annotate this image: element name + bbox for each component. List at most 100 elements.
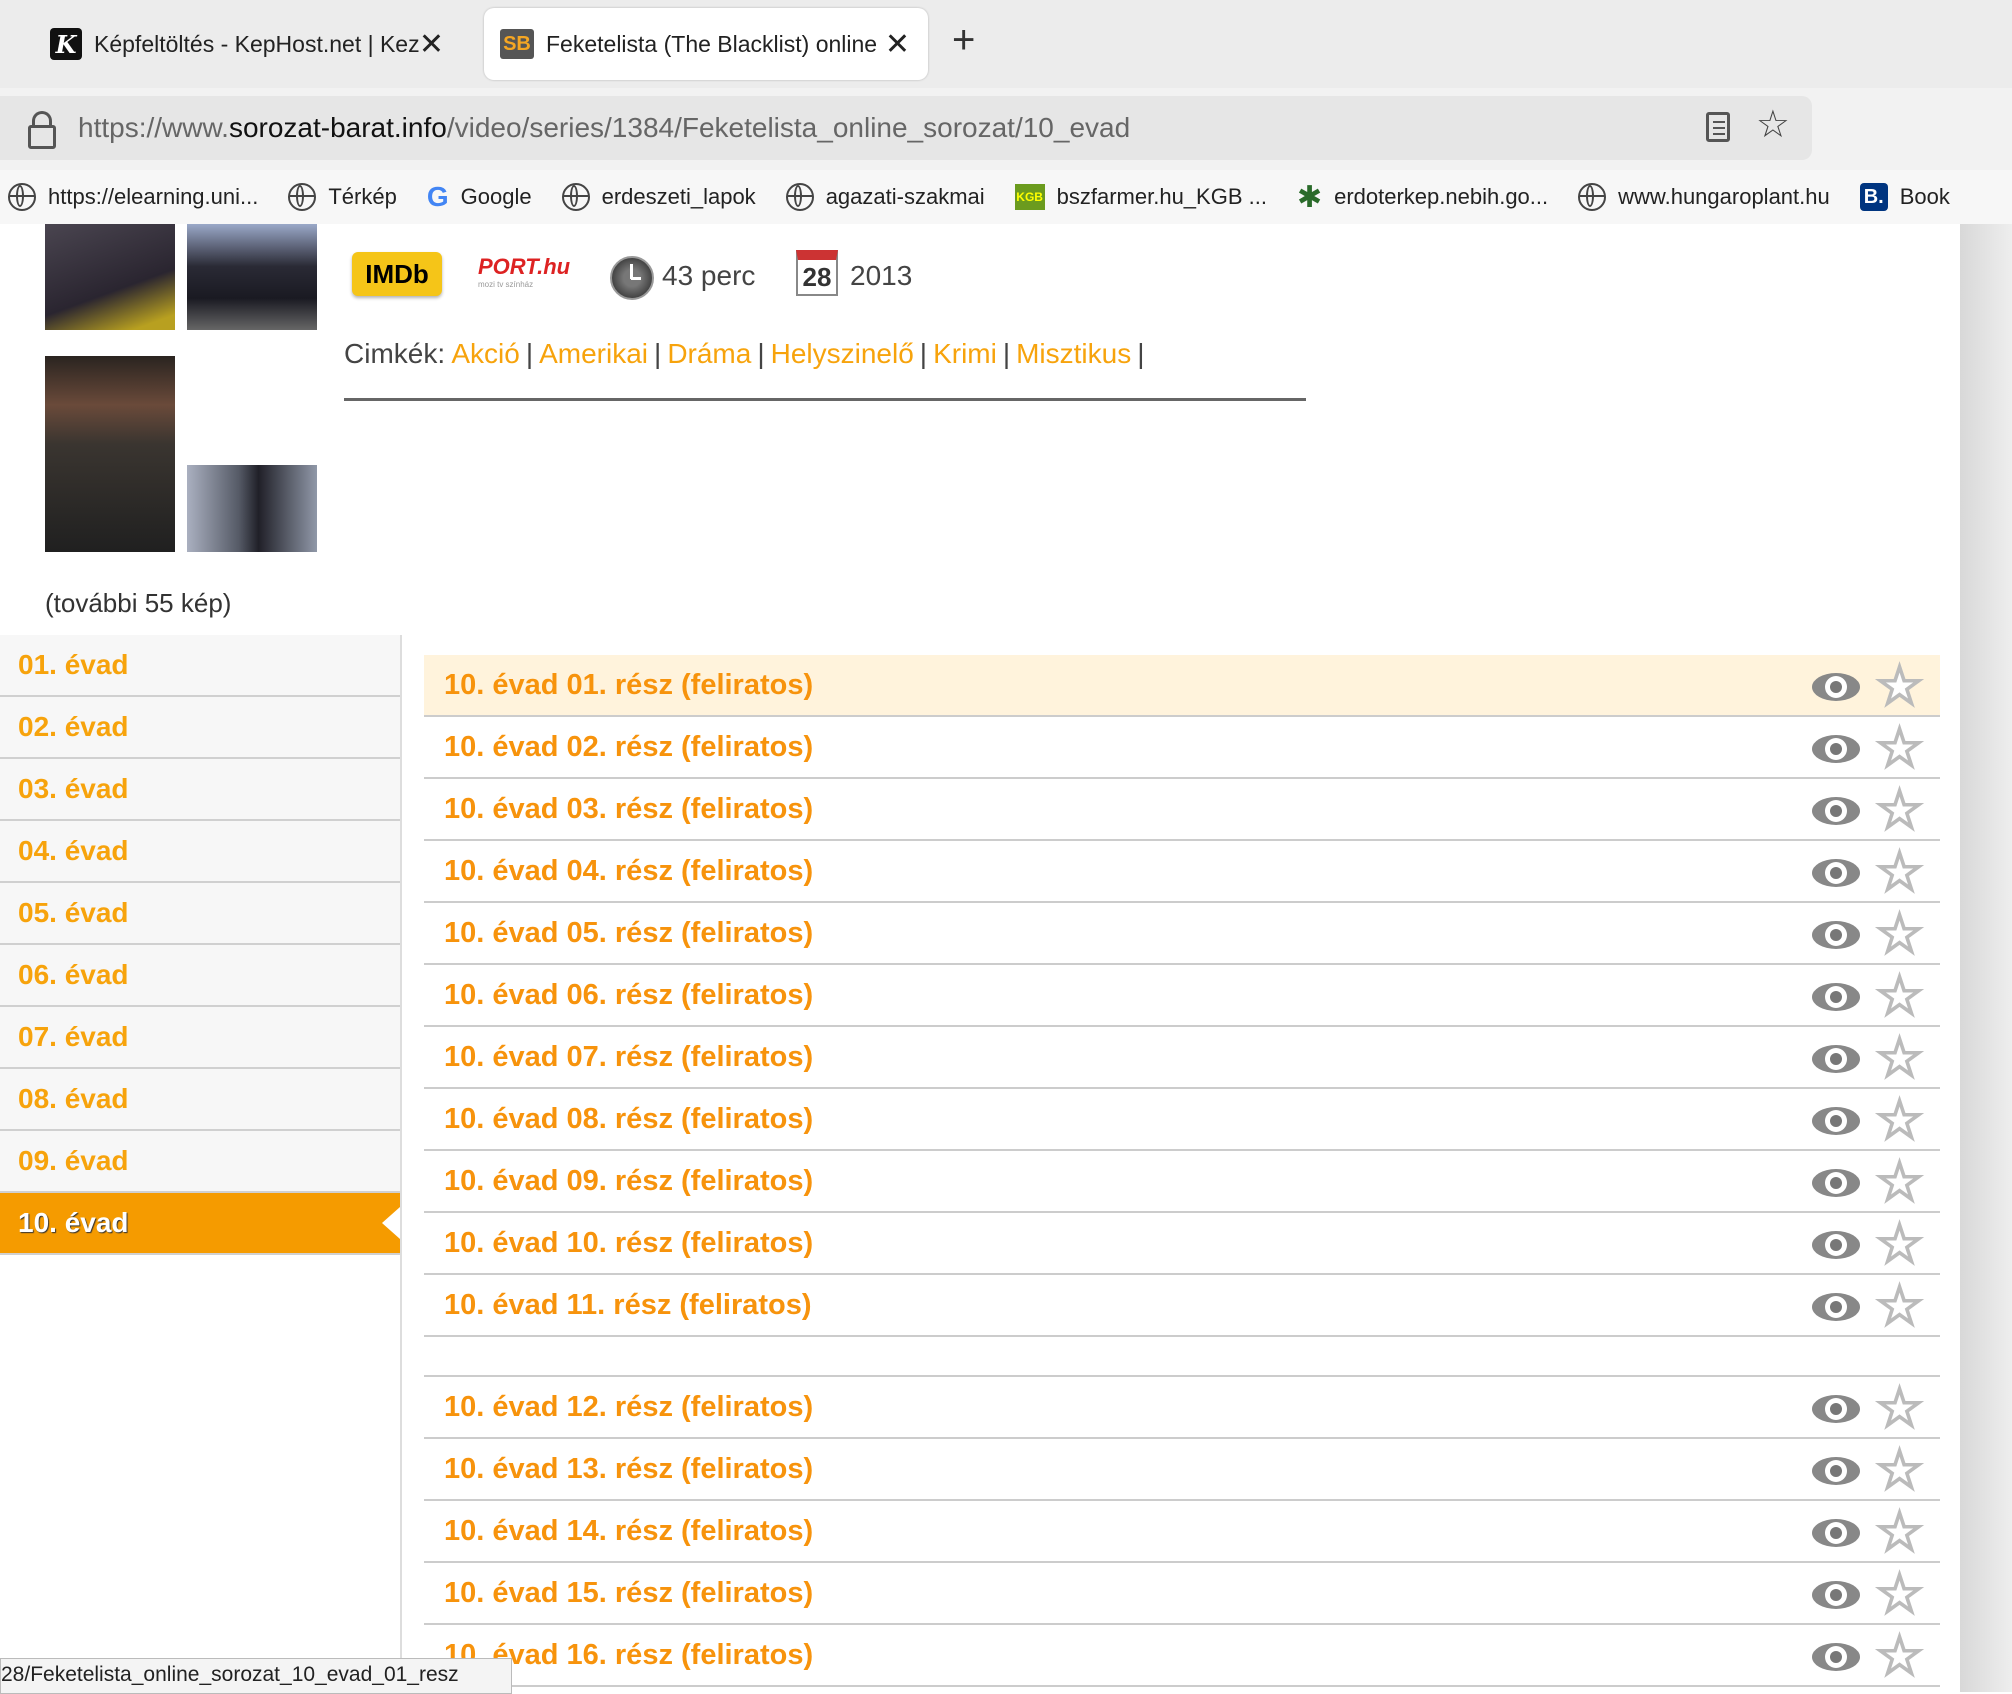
gallery-thumbnail[interactable] xyxy=(187,465,317,552)
episode-link[interactable]: 10. évad 01. rész (feliratos) xyxy=(444,669,813,702)
episode-link[interactable]: 10. évad 02. rész (feliratos) xyxy=(444,731,813,764)
tag-link[interactable]: Misztikus xyxy=(1016,338,1131,369)
episode-row[interactable]: 10. évad 11. rész (feliratos) ★ xyxy=(424,1275,1940,1337)
eye-icon[interactable] xyxy=(1812,1457,1860,1485)
star-icon[interactable]: ★ xyxy=(1876,970,1923,1022)
episode-link[interactable]: 10. évad 04. rész (feliratos) xyxy=(444,855,813,888)
episode-row[interactable]: 10. évad 06. rész (feliratos) ★ xyxy=(424,965,1940,1027)
season-item[interactable]: 09. évad xyxy=(0,1131,400,1193)
bookmark-item[interactable]: www.hungaroplant.hu xyxy=(1578,183,1830,211)
url-text[interactable]: https://www.sorozat-barat.info/video/ser… xyxy=(78,112,1130,144)
gallery-thumbnail[interactable] xyxy=(187,224,317,330)
eye-icon[interactable] xyxy=(1812,1169,1860,1197)
tab-feketelista[interactable]: SB Feketelista (The Blacklist) online ✕ xyxy=(484,8,928,80)
port-badge[interactable]: PORT.hu mozi tv színház xyxy=(478,254,570,294)
star-icon[interactable]: ★ xyxy=(1876,1280,1923,1332)
eye-icon[interactable] xyxy=(1812,1293,1860,1321)
star-icon[interactable]: ★ xyxy=(1876,660,1923,712)
star-icon[interactable]: ★ xyxy=(1876,908,1923,960)
episode-link[interactable]: 10. évad 05. rész (feliratos) xyxy=(444,917,813,950)
eye-icon[interactable] xyxy=(1812,1231,1860,1259)
star-icon[interactable]: ★ xyxy=(1876,1156,1923,1208)
star-icon[interactable]: ★ xyxy=(1876,846,1923,898)
tag-link[interactable]: Akció xyxy=(451,338,519,369)
bookmark-item[interactable]: B. Book xyxy=(1859,183,1950,211)
tab-kephost[interactable]: K Képfeltöltés - KepHost.net | Kez ✕ xyxy=(30,8,462,80)
season-item[interactable]: 04. évad xyxy=(0,821,400,883)
episode-link[interactable]: 10. évad 08. rész (feliratos) xyxy=(444,1103,813,1136)
tag-link[interactable]: Helyszinelő xyxy=(771,338,914,369)
episode-row[interactable]: 10. évad 08. rész (feliratos) ★ xyxy=(424,1089,1940,1151)
episode-link[interactable]: 10. évad 13. rész (feliratos) xyxy=(444,1453,813,1486)
episode-link[interactable]: 10. évad 15. rész (feliratos) xyxy=(444,1577,813,1610)
imdb-badge[interactable]: IMDb xyxy=(352,252,442,296)
gallery-thumbnail[interactable] xyxy=(45,356,175,552)
tag-link[interactable]: Krimi xyxy=(933,338,997,369)
star-icon[interactable]: ★ xyxy=(1876,1630,1923,1682)
star-icon[interactable]: ★ xyxy=(1876,1032,1923,1084)
reader-view-icon[interactable] xyxy=(1706,112,1730,142)
episode-row[interactable]: 10. évad 09. rész (feliratos) ★ xyxy=(424,1151,1940,1213)
episode-row[interactable]: 10. évad 05. rész (feliratos) ★ xyxy=(424,903,1940,965)
eye-icon[interactable] xyxy=(1812,1643,1860,1671)
bookmark-item[interactable]: ✱ erdoterkep.nebih.go... xyxy=(1297,180,1548,215)
episode-row[interactable]: 10. évad 02. rész (feliratos) ★ xyxy=(424,717,1940,779)
bookmark-item[interactable]: https://elearning.uni... xyxy=(8,183,258,211)
star-icon[interactable]: ★ xyxy=(1876,1218,1923,1270)
bookmark-item[interactable]: G Google xyxy=(427,181,532,213)
episode-link[interactable]: 10. évad 12. rész (feliratos) xyxy=(444,1391,813,1424)
season-item[interactable]: 06. évad xyxy=(0,945,400,1007)
episode-row[interactable]: 10. évad 14. rész (feliratos) ★ xyxy=(424,1501,1940,1563)
episode-link[interactable]: 10. évad 06. rész (feliratos) xyxy=(444,979,813,1012)
eye-icon[interactable] xyxy=(1812,859,1860,887)
star-icon[interactable]: ★ xyxy=(1876,1382,1923,1434)
eye-icon[interactable] xyxy=(1812,1045,1860,1073)
bookmark-item[interactable]: KGB bszfarmer.hu_KGB ... xyxy=(1014,184,1267,210)
star-icon[interactable]: ★ xyxy=(1876,1568,1923,1620)
new-tab-button[interactable]: + xyxy=(952,18,975,63)
episode-row[interactable]: 10. évad 16. rész (feliratos) ★ xyxy=(424,1625,1940,1687)
season-item[interactable]: 03. évad xyxy=(0,759,400,821)
star-icon[interactable]: ★ xyxy=(1876,722,1923,774)
episode-row[interactable]: 10. évad 01. rész (feliratos) ★ xyxy=(424,655,1940,717)
episode-link[interactable]: 10. évad 03. rész (feliratos) xyxy=(444,793,813,826)
star-icon[interactable]: ★ xyxy=(1876,1506,1923,1558)
eye-icon[interactable] xyxy=(1812,797,1860,825)
season-item[interactable]: 02. évad xyxy=(0,697,400,759)
season-item[interactable]: 08. évad xyxy=(0,1069,400,1131)
tag-link[interactable]: Dráma xyxy=(667,338,751,369)
bookmark-item[interactable]: Térkép xyxy=(288,183,397,211)
eye-icon[interactable] xyxy=(1812,983,1860,1011)
episode-link[interactable]: 10. évad 14. rész (feliratos) xyxy=(444,1515,813,1548)
eye-icon[interactable] xyxy=(1812,921,1860,949)
tag-link[interactable]: Amerikai xyxy=(539,338,648,369)
bookmark-item[interactable]: agazati-szakmai xyxy=(785,183,985,211)
star-icon[interactable]: ★ xyxy=(1876,784,1923,836)
eye-icon[interactable] xyxy=(1812,673,1860,701)
episode-link[interactable]: 10. évad 11. rész (feliratos) xyxy=(444,1289,812,1322)
episode-link[interactable]: 10. évad 09. rész (feliratos) xyxy=(444,1165,813,1198)
bookmark-star-icon[interactable]: ☆ xyxy=(1756,102,1790,147)
gallery-thumbnail[interactable] xyxy=(45,224,175,330)
url-bar[interactable]: https://www.sorozat-barat.info/video/ser… xyxy=(0,96,1812,160)
episode-row[interactable]: 10. évad 10. rész (feliratos) ★ xyxy=(424,1213,1940,1275)
eye-icon[interactable] xyxy=(1812,1581,1860,1609)
page-scrollbar[interactable] xyxy=(1960,224,2012,1692)
eye-icon[interactable] xyxy=(1812,1519,1860,1547)
season-item[interactable]: 07. évad xyxy=(0,1007,400,1069)
episode-link[interactable]: 10. évad 10. rész (feliratos) xyxy=(444,1227,813,1260)
episode-row[interactable]: 10. évad 13. rész (feliratos) ★ xyxy=(424,1439,1940,1501)
episode-row[interactable]: 10. évad 04. rész (feliratos) ★ xyxy=(424,841,1940,903)
season-item[interactable]: 05. évad xyxy=(0,883,400,945)
episode-row[interactable]: 10. évad 15. rész (feliratos) ★ xyxy=(424,1563,1940,1625)
season-item[interactable]: 01. évad xyxy=(0,635,400,697)
episode-row[interactable]: 10. évad 07. rész (feliratos) ★ xyxy=(424,1027,1940,1089)
episode-row[interactable]: 10. évad 03. rész (feliratos) ★ xyxy=(424,779,1940,841)
close-icon[interactable]: ✕ xyxy=(419,27,444,62)
star-icon[interactable]: ★ xyxy=(1876,1444,1923,1496)
more-pictures-link[interactable]: (további 55 kép) xyxy=(45,588,231,619)
lock-icon[interactable] xyxy=(26,111,56,149)
season-item-active[interactable]: 10. évad xyxy=(0,1193,400,1255)
bookmark-item[interactable]: erdeszeti_lapok xyxy=(561,183,756,211)
close-icon[interactable]: ✕ xyxy=(885,27,910,62)
